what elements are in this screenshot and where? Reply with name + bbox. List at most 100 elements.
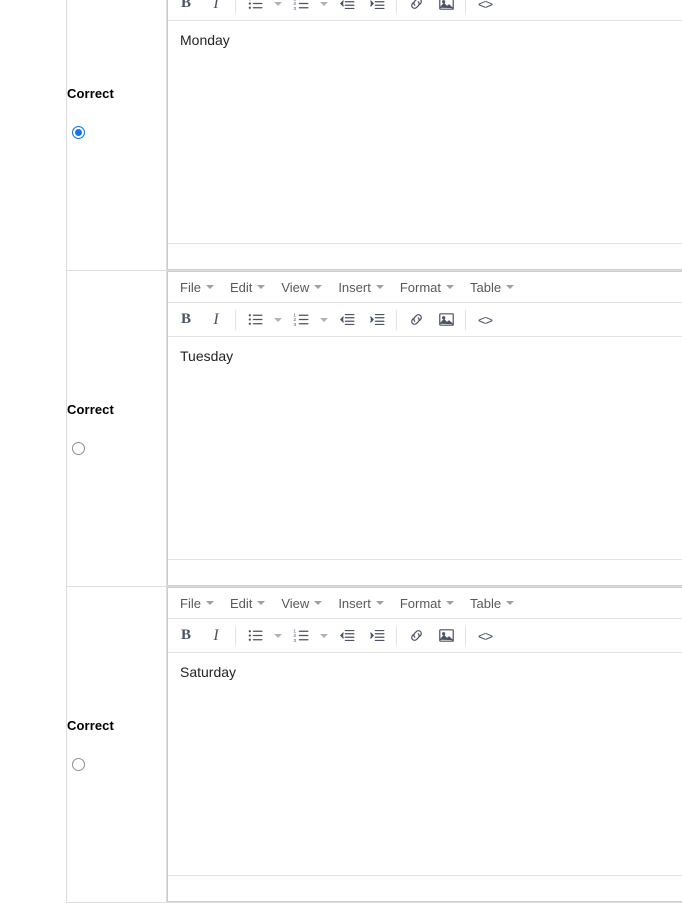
menu-table[interactable]: Table <box>462 277 522 298</box>
image-icon[interactable] <box>431 622 461 650</box>
correct-cell: Correct <box>67 587 167 903</box>
indent-icon[interactable] <box>362 622 392 650</box>
menu-file-label: File <box>180 596 201 611</box>
table-row: Correct File Edit View Insert Format Table BI 12… <box>67 271 682 587</box>
menu-view-label: View <box>281 596 309 611</box>
chevron-down-icon <box>257 601 265 605</box>
bullet-list-options[interactable] <box>270 622 286 650</box>
bullet-list-icon[interactable] <box>240 0 270 18</box>
chevron-down-icon <box>274 318 282 322</box>
answer-rows: CorrectFileEditViewInsertFormatTableBI12… <box>67 0 682 903</box>
chevron-down-icon <box>506 601 514 605</box>
menu-format[interactable]: Format <box>392 593 462 614</box>
source-code-icon[interactable]: <> <box>470 622 500 650</box>
bullet-list-icon[interactable] <box>240 622 270 650</box>
bullet-list-icon[interactable] <box>240 306 270 334</box>
menu-file[interactable]: File <box>172 277 222 298</box>
link-icon[interactable] <box>401 0 431 18</box>
correct-radio[interactable] <box>72 126 85 139</box>
link-icon[interactable] <box>401 622 431 650</box>
indent-icon[interactable] <box>362 306 392 334</box>
bullet-list-options[interactable] <box>270 306 286 334</box>
menu-edit[interactable]: Edit <box>222 593 273 614</box>
chevron-down-icon <box>206 285 214 289</box>
numbered-list-icon[interactable]: 123 <box>286 0 316 18</box>
menu-table[interactable]: Table <box>462 593 522 614</box>
menu-format-label: Format <box>400 280 441 295</box>
outdent-icon[interactable] <box>332 0 362 18</box>
italic-icon[interactable]: I <box>201 0 231 18</box>
bold-icon[interactable]: B <box>171 622 201 650</box>
editor-cell: File Edit View Insert Format Table BI 123 <> Satu… <box>167 587 682 903</box>
numbered-list-options[interactable] <box>316 0 332 18</box>
numbered-list-options[interactable] <box>316 622 332 650</box>
outdent-icon[interactable] <box>332 622 362 650</box>
correct-cell: Correct <box>67 271 167 587</box>
editor-content-area[interactable]: Monday <box>168 21 682 243</box>
editor-cell: File Edit View Insert Format Table BI 123 <> Tues… <box>167 271 682 587</box>
menu-view[interactable]: View <box>273 593 330 614</box>
image-icon[interactable] <box>431 0 461 18</box>
toolbar-separator <box>465 626 466 646</box>
toolbar-separator <box>465 0 466 14</box>
editor-toolbar: BI 123 <> <box>168 0 682 21</box>
numbered-list-options[interactable] <box>316 306 332 334</box>
editor-toolbar: BI 123 <> <box>168 619 682 653</box>
editor-cell: FileEditViewInsertFormatTableBI123<>Mond… <box>167 0 682 271</box>
toolbar-separator <box>465 310 466 330</box>
menu-table-label: Table <box>470 280 501 295</box>
numbered-list-icon[interactable]: 123 <box>286 306 316 334</box>
source-code-icon[interactable]: <> <box>470 306 500 334</box>
toolbar-separator <box>396 310 397 330</box>
outdent-icon[interactable] <box>332 306 362 334</box>
italic-icon[interactable]: I <box>201 622 231 650</box>
numbered-list-icon[interactable]: 123 <box>286 622 316 650</box>
svg-text:3: 3 <box>293 6 296 12</box>
correct-cell: Correct <box>67 0 167 271</box>
chevron-down-icon <box>320 2 328 6</box>
chevron-down-icon <box>314 285 322 289</box>
menu-file-label: File <box>180 280 201 295</box>
correct-label: Correct <box>67 402 166 418</box>
editor-statusbar: 1 WORDS POWE <box>168 243 682 269</box>
bold-icon[interactable]: B <box>171 306 201 334</box>
correct-radio[interactable] <box>72 758 85 771</box>
menu-format[interactable]: Format <box>392 277 462 298</box>
editor-statusbar: 1 WORDS POWE <box>168 875 682 901</box>
indent-icon[interactable] <box>362 0 392 18</box>
menu-insert[interactable]: Insert <box>330 593 392 614</box>
menu-view-label: View <box>281 280 309 295</box>
menu-insert[interactable]: Insert <box>330 277 392 298</box>
menu-insert-label: Insert <box>338 596 371 611</box>
menu-insert-label: Insert <box>338 280 371 295</box>
toolbar-separator <box>235 626 236 646</box>
svg-text:3: 3 <box>293 322 296 328</box>
menu-table-label: Table <box>470 596 501 611</box>
link-icon[interactable] <box>401 306 431 334</box>
answer-options-table: CorrectFileEditViewInsertFormatTableBI12… <box>66 0 682 903</box>
table-row: Correct File Edit View Insert Format Table BI 12… <box>67 587 682 903</box>
chevron-down-icon <box>446 601 454 605</box>
image-icon[interactable] <box>431 306 461 334</box>
editor-content-area[interactable]: Tuesday <box>168 337 682 559</box>
bold-icon[interactable]: B <box>171 0 201 18</box>
rich-text-editor: File Edit View Insert Format Table BI 123 <> Satu… <box>167 587 682 902</box>
italic-icon[interactable]: I <box>201 306 231 334</box>
menu-format-label: Format <box>400 596 441 611</box>
menu-file[interactable]: File <box>172 593 222 614</box>
rich-text-editor: File Edit View Insert Format Table BI 123 <> Tues… <box>167 271 682 586</box>
chevron-down-icon <box>376 285 384 289</box>
chevron-down-icon <box>314 601 322 605</box>
chevron-down-icon <box>274 2 282 6</box>
bullet-list-options[interactable] <box>270 0 286 18</box>
chevron-down-icon <box>274 634 282 638</box>
chevron-down-icon <box>320 634 328 638</box>
correct-label: Correct <box>67 718 166 734</box>
source-code-icon[interactable]: <> <box>470 0 500 18</box>
editor-content-area[interactable]: Saturday <box>168 653 682 875</box>
correct-radio[interactable] <box>72 442 85 455</box>
menu-edit[interactable]: Edit <box>222 277 273 298</box>
toolbar-separator <box>396 0 397 14</box>
menu-view[interactable]: View <box>273 277 330 298</box>
editor-toolbar: BI 123 <> <box>168 303 682 337</box>
